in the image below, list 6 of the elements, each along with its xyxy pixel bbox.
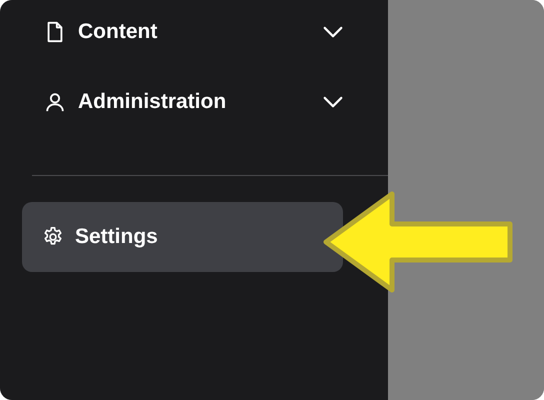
settings-item[interactable]: Settings [22,202,343,272]
chevron-icon [322,96,344,108]
user-icon [44,91,66,113]
nav-item[interactable]: Content [44,12,344,52]
nav-item[interactable]: Administration [44,82,344,122]
chevron-icon [322,26,344,38]
